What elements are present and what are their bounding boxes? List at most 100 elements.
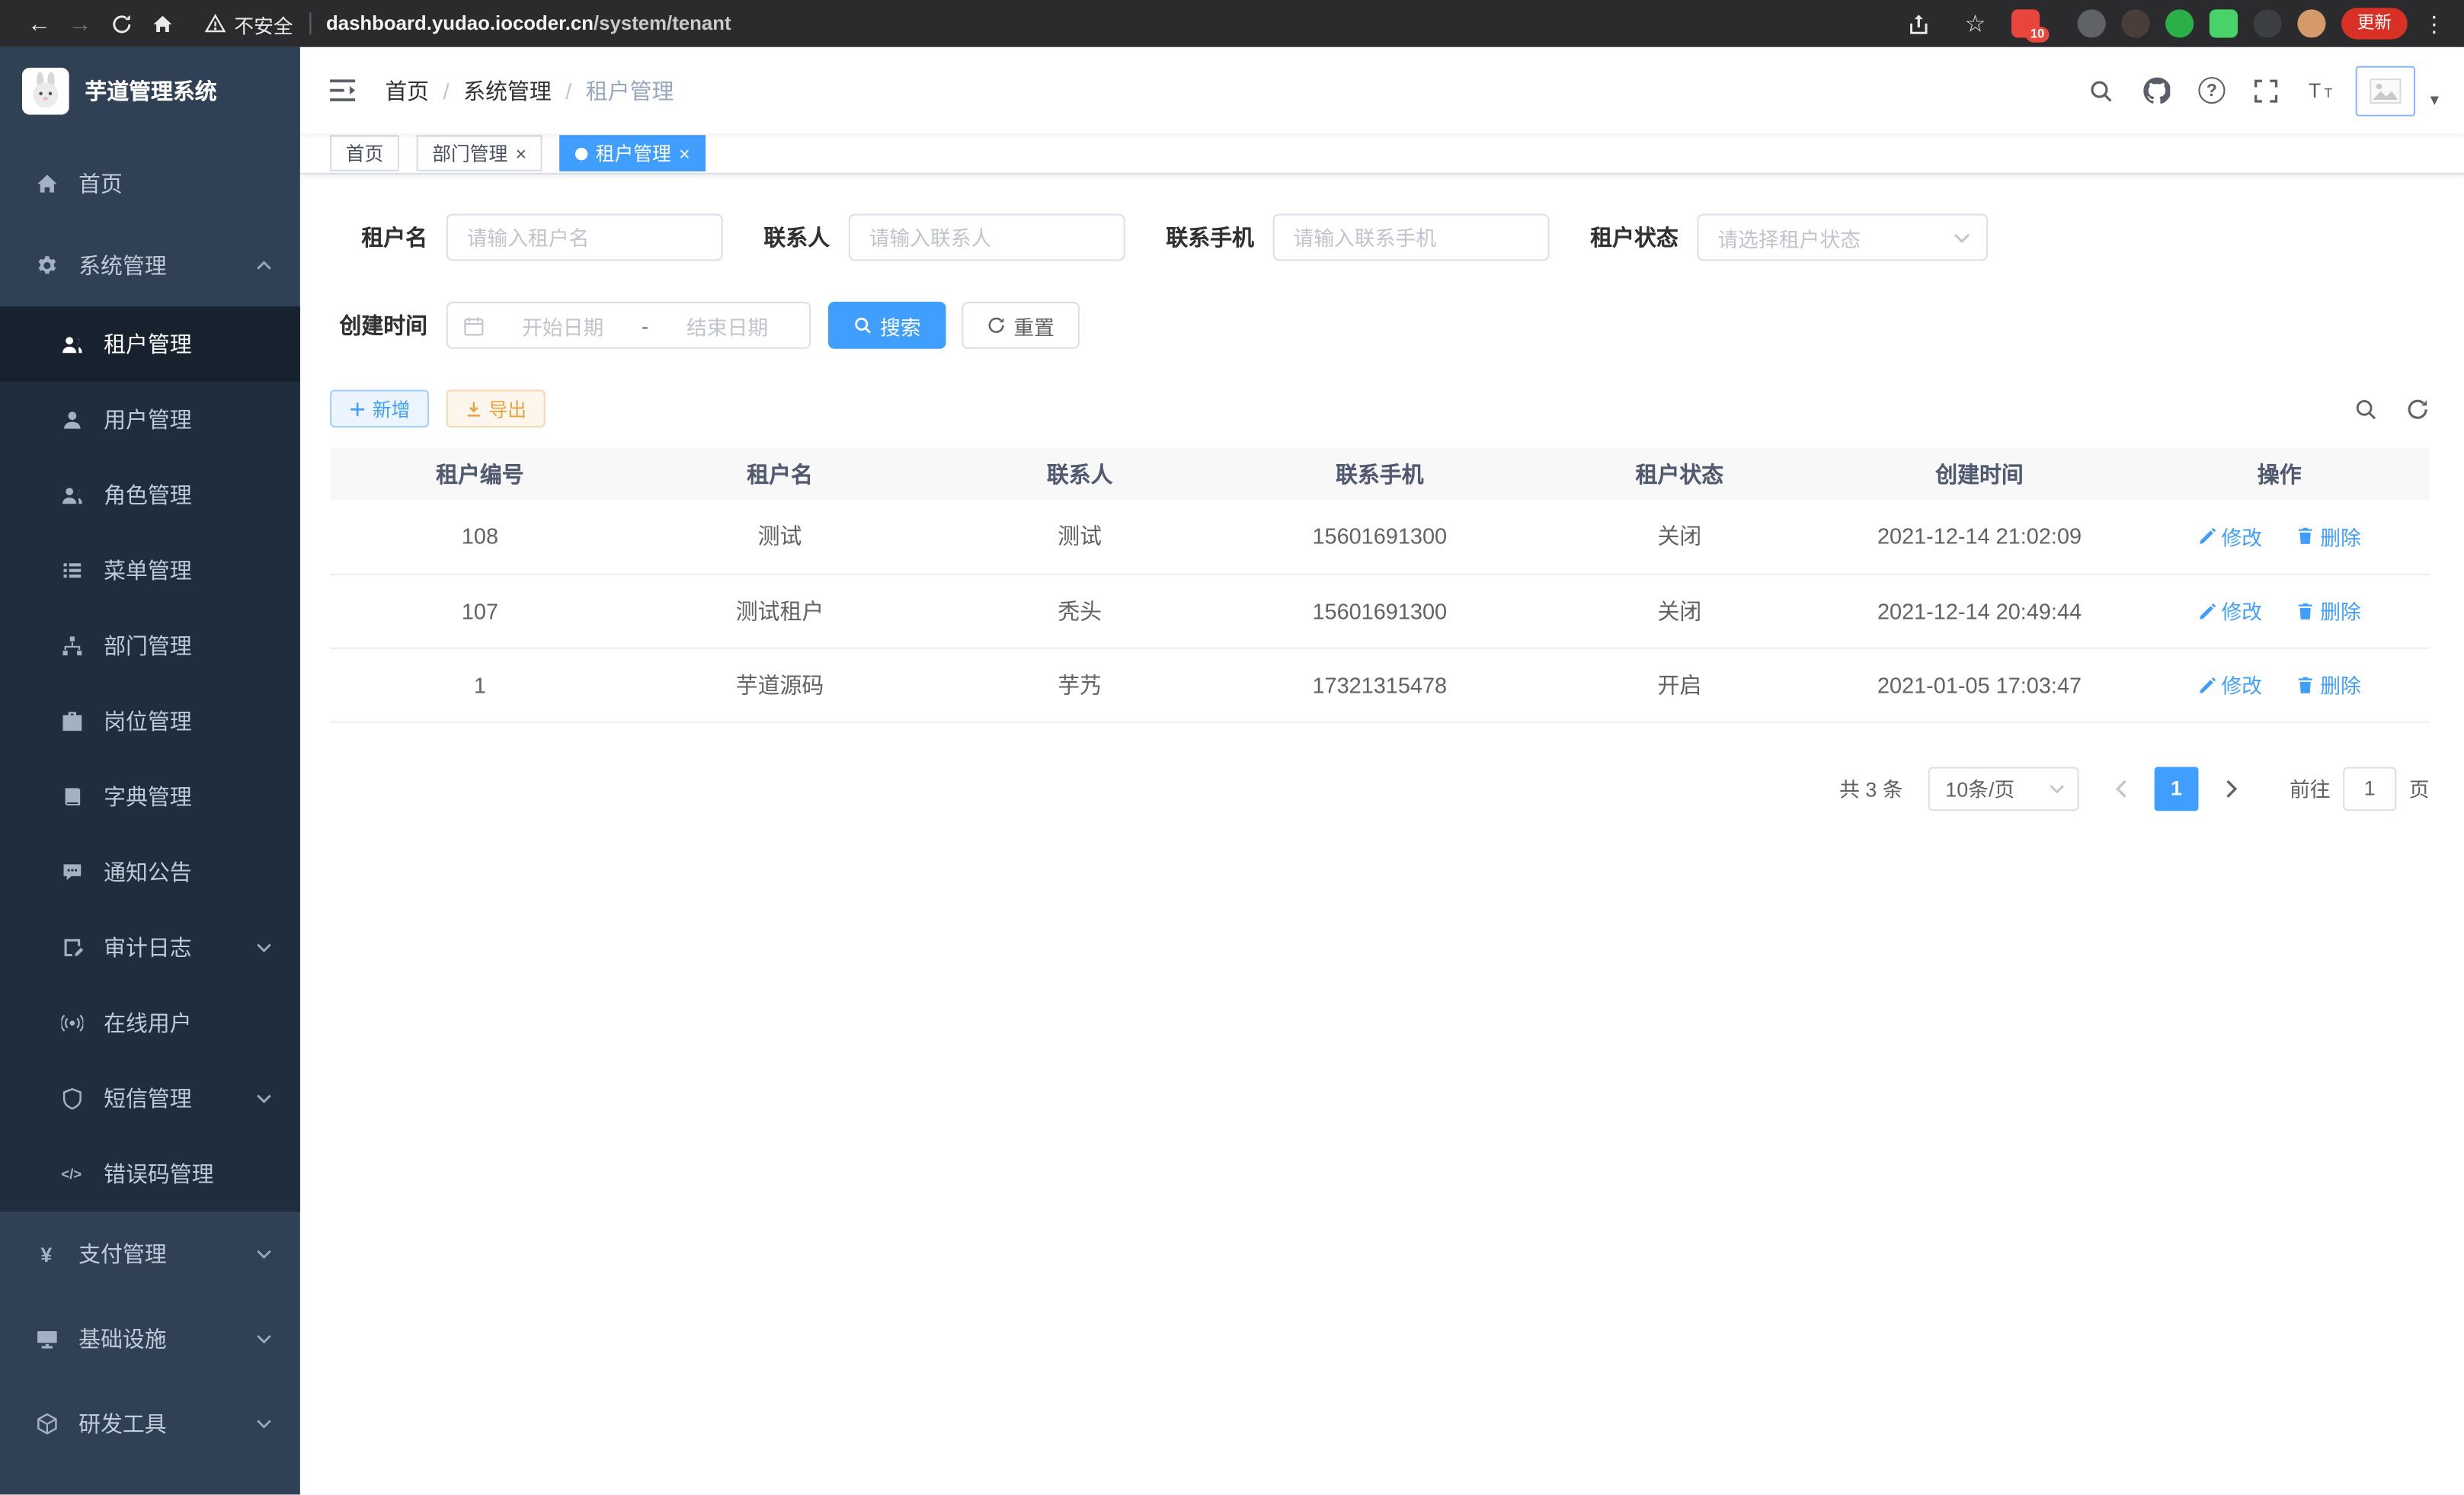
security-status[interactable]: 不安全 (204, 8, 293, 38)
box-icon (34, 1412, 58, 1436)
share-icon[interactable] (1899, 3, 1940, 44)
user-avatar[interactable] (2357, 66, 2416, 116)
sidebar-item-label: 菜单管理 (104, 555, 192, 586)
breadcrumb-item[interactable]: 首页 (385, 75, 429, 106)
table-header-cell: 租户编号 (330, 448, 630, 500)
search-button[interactable]: 搜索 (828, 302, 946, 349)
sidebar-item-infra[interactable]: 基础设施 (0, 1297, 300, 1381)
sidebar-item-tenant[interactable]: 租户管理 (0, 306, 300, 382)
contact-input[interactable] (849, 214, 1125, 261)
sidebar-item-post[interactable]: 岗位管理 (0, 683, 300, 759)
tab-dept[interactable]: 部门管理 × (417, 135, 542, 171)
export-button[interactable]: 导出 (446, 390, 546, 428)
home-icon (34, 172, 58, 196)
extension-icon[interactable]: 10 (2011, 9, 2040, 37)
address-bar[interactable]: 不安全 dashboard.yudao.iocoder.cn/system/te… (204, 8, 1880, 38)
url-text[interactable]: dashboard.yudao.iocoder.cn/system/tenant (326, 13, 731, 35)
goto-page-input[interactable] (2343, 766, 2396, 810)
delete-button[interactable]: 删除 (2296, 670, 2361, 699)
status-cell: 开启 (1530, 648, 1830, 722)
search-icon (853, 316, 872, 335)
date-range-picker[interactable]: 开始日期 - 结束日期 (446, 302, 811, 349)
sidebar-item-system[interactable]: 系统管理 (0, 225, 300, 306)
prev-page-button[interactable] (2098, 766, 2145, 810)
phone-cell: 15601691300 (1230, 574, 1530, 648)
sidebar-item-user[interactable]: 用户管理 (0, 382, 300, 457)
browser-update-button[interactable]: 更新 (2341, 8, 2408, 39)
logo-rabbit-icon (22, 67, 69, 114)
table-header-cell: 操作 (2130, 448, 2430, 500)
start-date-input[interactable]: 开始日期 (497, 310, 629, 340)
status-label: 租户状态 (1590, 222, 1678, 253)
sidebar-item-dict[interactable]: 字典管理 (0, 759, 300, 834)
back-icon[interactable]: ← (19, 3, 60, 44)
breadcrumb-item[interactable]: 系统管理 (463, 75, 552, 106)
extension-icon[interactable] (2121, 9, 2149, 37)
end-date-input[interactable]: 结束日期 (661, 310, 794, 340)
sidebar-item-error-code[interactable]: </> 错误码管理 (0, 1136, 300, 1212)
help-icon[interactable]: ? (2191, 70, 2232, 111)
font-size-icon[interactable]: TT (2301, 70, 2342, 111)
shield-icon (59, 1087, 83, 1110)
fullscreen-icon[interactable] (2246, 70, 2287, 111)
gear-icon (34, 254, 58, 277)
reset-button[interactable]: 重置 (962, 302, 1080, 349)
tenant-name-input[interactable] (446, 214, 723, 261)
sidebar-item-home[interactable]: 首页 (0, 143, 300, 225)
goto-label: 前往 (2290, 773, 2331, 803)
extension-icon[interactable] (2210, 9, 2238, 37)
phone-input[interactable] (1273, 214, 1550, 261)
sidebar-item-notice[interactable]: 通知公告 (0, 834, 300, 910)
bookmark-star-icon[interactable]: ☆ (1955, 3, 1996, 44)
chevron-down-icon (256, 1250, 272, 1259)
sidebar-item-audit-log[interactable]: 审计日志 (0, 910, 300, 985)
extension-icon[interactable] (2056, 11, 2062, 36)
tab-tenant[interactable]: 租户管理 × (559, 135, 706, 171)
extension-icon[interactable] (2254, 9, 2282, 37)
avatar-caret-icon[interactable]: ▾ (2430, 89, 2439, 110)
table-refresh-icon[interactable] (2406, 397, 2430, 421)
sidebar-item-menu[interactable]: 菜单管理 (0, 533, 300, 608)
home-icon[interactable] (142, 3, 183, 44)
breadcrumb-separator: / (565, 78, 571, 103)
reload-icon[interactable] (101, 3, 142, 44)
forward-icon[interactable]: → (59, 3, 101, 44)
add-button[interactable]: 新增 (330, 390, 429, 428)
sidebar-item-label: 通知公告 (104, 856, 192, 888)
sidebar-item-role[interactable]: 角色管理 (0, 457, 300, 533)
github-icon[interactable] (2136, 70, 2178, 111)
kebab-menu-icon[interactable]: ⋮ (2423, 10, 2445, 37)
table-search-icon[interactable] (2354, 397, 2378, 421)
next-page-button[interactable] (2208, 766, 2255, 810)
search-button-label: 搜索 (880, 310, 921, 340)
sidebar-item-dept[interactable]: 部门管理 (0, 608, 300, 683)
status-cell: 关闭 (1530, 500, 1830, 574)
tenant-id-cell: 1 (330, 648, 630, 722)
sidebar-item-devtools[interactable]: 研发工具 (0, 1381, 300, 1466)
tenant-table: 租户编号 租户名 联系人 联系手机 租户状态 创建时间 操作 108 测试 (330, 448, 2430, 722)
sidebar-item-payment[interactable]: ¥ 支付管理 (0, 1212, 300, 1296)
tab-close-icon[interactable]: × (679, 144, 690, 163)
range-separator: - (642, 313, 648, 337)
app-logo[interactable]: 芋道管理系统 (0, 47, 300, 133)
search-icon[interactable] (2082, 70, 2123, 111)
sidebar-item-online-user[interactable]: 在线用户 (0, 985, 300, 1061)
hamburger-icon[interactable] (322, 72, 363, 108)
delete-button[interactable]: 删除 (2296, 596, 2361, 626)
extension-icon[interactable] (2165, 9, 2194, 37)
delete-button[interactable]: 删除 (2296, 521, 2361, 551)
extension-icon[interactable] (2078, 9, 2106, 37)
status-select[interactable]: 请选择租户状态 (1698, 214, 1989, 261)
tab-home[interactable]: 首页 (330, 135, 399, 171)
page-size-select[interactable]: 10条/页 (1928, 766, 2079, 810)
current-page-button[interactable]: 1 (2155, 766, 2199, 810)
log-icon (59, 936, 83, 959)
sidebar-item-label: 审计日志 (104, 932, 192, 963)
edit-button[interactable]: 修改 (2198, 596, 2263, 626)
edit-button[interactable]: 修改 (2198, 521, 2263, 551)
profile-avatar-icon[interactable] (2297, 9, 2325, 37)
chevron-down-icon (1954, 232, 1971, 242)
edit-button[interactable]: 修改 (2198, 670, 2263, 699)
sidebar-item-sms[interactable]: 短信管理 (0, 1061, 300, 1136)
tab-close-icon[interactable]: × (516, 144, 526, 163)
